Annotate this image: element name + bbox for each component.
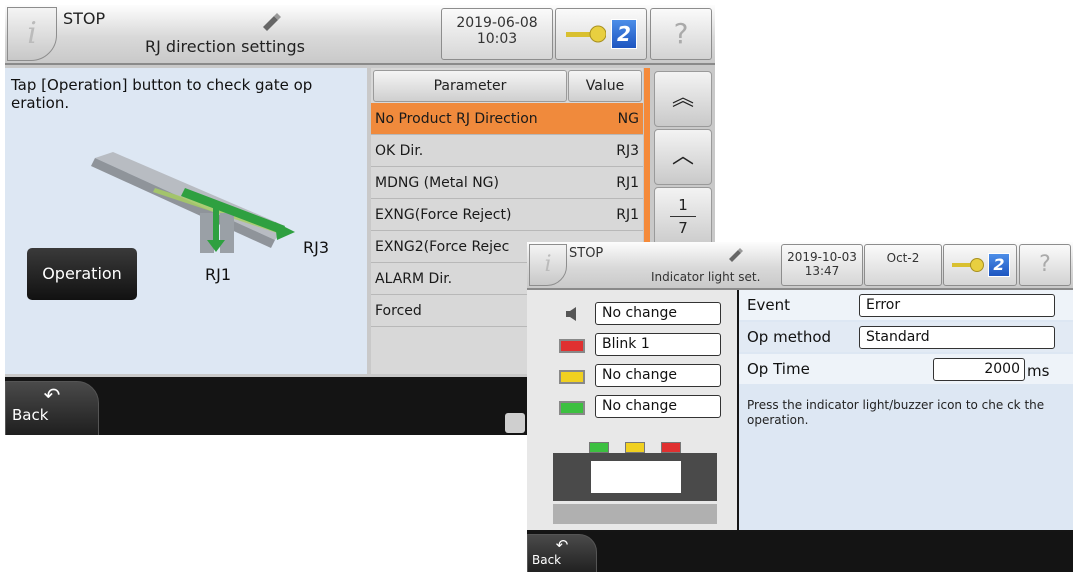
back-button[interactable]: ↶ Back [5,381,99,435]
table-row[interactable]: EXNG(Force Reject) RJ1 [371,198,643,231]
edit-icon [260,11,282,35]
key-icon [952,258,984,272]
event-field[interactable]: Error [859,294,1055,317]
rj1-label: RJ1 [205,265,232,284]
back-arrow-icon: ↶ [43,383,61,407]
buzzer-icon[interactable] [565,306,581,325]
green-light-select[interactable]: No change [595,395,721,418]
machine-base [553,504,717,524]
param-name: No Product RJ Direction [371,103,593,135]
yellow-lamp-graphic [625,442,645,453]
conveyor-illustration [91,152,295,253]
red-light-select[interactable]: Blink 1 [595,333,721,356]
event-settings-panel: Event Error Op method Standard Op Time 2… [739,290,1073,530]
method-field[interactable]: Standard [859,326,1055,349]
page-indicator: 1 7 [654,187,712,249]
info-icon: i [544,252,552,277]
time-text: 13:47 [804,264,840,278]
calculator-icon[interactable] [505,413,525,433]
method-label: Op method [747,328,832,346]
back-label: Back [532,553,562,567]
value-header: Value [568,70,642,102]
gate-preview-panel: Tap [Operation] button to check gate op … [5,68,367,374]
shift-box: Oct-2 [864,244,942,286]
rj3-label: RJ3 [303,238,330,257]
buzzer-select[interactable]: No change [595,302,721,325]
table-row[interactable]: OK Dir. RJ3 [371,134,643,167]
back-button[interactable]: ↶ Back [527,534,597,572]
info-button[interactable]: i [7,7,57,61]
screen-title: Indicator light set. [651,270,761,284]
parameter-header: Parameter [373,70,567,102]
info-icon: i [27,16,37,51]
optime-field[interactable]: 2000 [933,358,1025,381]
help-button[interactable]: ? [1019,244,1071,286]
operation-button[interactable]: Operation [27,248,137,300]
help-icon: ? [1039,252,1051,277]
datetime-box: 2019-06-08 10:03 [441,8,553,60]
green-light-icon[interactable] [559,401,585,415]
header-bar: i STOP Indicator light set. 2019-10-03 1… [527,242,1073,290]
page-total: 7 [678,219,688,237]
key-icon [566,25,606,43]
optime-label: Op Time [747,360,810,378]
info-button[interactable]: i [529,244,567,286]
back-arrow-icon: ↶ [555,536,569,554]
scroll-up-button[interactable]: ︿ [654,129,712,185]
table-row[interactable]: No Product RJ Direction NG [371,103,643,135]
scroll-top-button[interactable]: ︽ [654,71,712,127]
red-lamp-graphic [661,442,681,453]
date-text: 2019-10-03 [787,250,857,264]
param-name: EXNG(Force Reject) [371,198,593,231]
instruction-text: Tap [Operation] button to check gate op … [11,76,313,112]
user-level-badge: 2 [988,253,1010,277]
screen-title: RJ direction settings [145,37,305,56]
help-button[interactable]: ? [650,8,712,60]
status-text: STOP [569,246,604,261]
red-light-icon[interactable] [559,339,585,353]
user-level-button[interactable]: 2 [943,244,1017,286]
optime-row: Op Time 2000 ms [739,354,1073,384]
param-value: RJ1 [593,198,643,231]
help-icon: ? [673,17,689,50]
optime-unit: ms [1027,362,1050,380]
light-settings-panel: No change Blink 1 No change No change [527,290,737,530]
header-bar: i STOP RJ direction settings 2019-06-08 … [5,5,715,65]
date-text: 2019-06-08 [456,15,538,31]
chevron-up-icon: ︿ [671,144,694,169]
back-label: Back [12,406,49,424]
hint-text: Press the indicator light/buzzer icon to… [747,398,1045,427]
event-label: Event [747,296,790,314]
param-value: RJ1 [593,166,643,199]
footer-bar: ↶ Back [527,532,1073,572]
month-text: Oct-2 [886,251,920,265]
event-row: Event Error [739,290,1073,320]
user-level-badge: 2 [611,19,637,49]
param-name: OK Dir. [371,134,593,167]
time-text: 10:03 [476,31,518,47]
datetime-box: 2019-10-03 13:47 [781,244,863,286]
machine-window [591,461,681,493]
machine-graphic [553,453,717,501]
status-text: STOP [63,9,106,28]
page-current: 1 [678,196,688,214]
param-value: RJ3 [593,134,643,167]
method-row: Op method Standard [739,322,1073,352]
yellow-light-icon[interactable] [559,370,585,384]
double-chevron-up-icon: ︽ [671,86,694,111]
table-row[interactable]: MDNG (Metal NG) RJ1 [371,166,643,199]
green-lamp-graphic [589,442,609,453]
user-level-button[interactable]: 2 [555,8,647,60]
yellow-light-select[interactable]: No change [595,364,721,387]
param-value: NG [593,103,643,135]
param-name: MDNG (Metal NG) [371,166,593,199]
edit-icon [727,246,745,266]
indicator-light-screen: i STOP Indicator light set. 2019-10-03 1… [527,242,1073,572]
